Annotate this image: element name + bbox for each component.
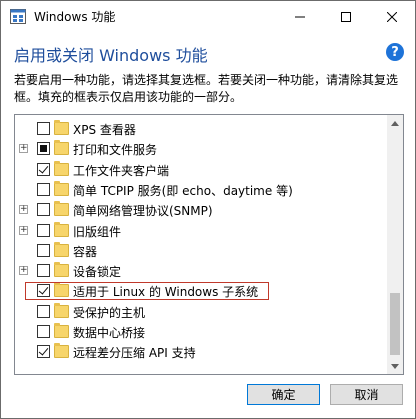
feature-checkbox[interactable]	[37, 122, 50, 135]
feature-row[interactable]: 数据中心桥接	[15, 322, 386, 342]
expand-icon[interactable]: +	[19, 225, 28, 235]
features-tree[interactable]: XPS 查看器 + 打印和文件服务 工作文件夹客户端简单 TCPIP 服务(即 ech…	[14, 114, 404, 375]
feature-row[interactable]: 远程差分压缩 API 支持	[15, 342, 386, 362]
feature-checkbox[interactable]	[37, 142, 50, 156]
folder-icon	[54, 262, 69, 278]
feature-row[interactable]: 受保护的主机	[15, 302, 386, 322]
chevron-up-icon	[391, 120, 399, 126]
feature-checkbox[interactable]	[37, 325, 50, 338]
feature-label: 旧版组件	[73, 224, 122, 239]
feature-checkbox[interactable]	[37, 304, 50, 318]
feature-row[interactable]: + 简单网络管理协议(SNMP)	[15, 200, 386, 220]
minimize-icon	[295, 16, 305, 17]
folder-icon	[54, 160, 69, 176]
feature-label: XPS 查看器	[73, 123, 136, 137]
cancel-button[interactable]: 取消	[330, 384, 403, 405]
feature-label: 数据中心桥接	[73, 326, 146, 340]
feature-label: 设备锁定	[73, 265, 122, 280]
feature-checkbox[interactable]	[37, 223, 50, 237]
page-heading: 启用或关闭 Windows 功能	[14, 46, 208, 65]
feature-label: 简单网络管理协议(SNMP)	[73, 204, 213, 219]
vertical-scrollbar[interactable]	[387, 115, 403, 374]
maximize-button[interactable]	[323, 1, 369, 32]
folder-icon	[54, 241, 69, 257]
feature-label: 工作文件夹客户端	[73, 163, 170, 178]
feature-label: 远程差分压缩 API 支持	[73, 346, 196, 361]
instructions-text: 若要启用一种功能，请选择其复选框。若要关闭一种功能，请清除其复选框。填充的框表示…	[14, 73, 399, 104]
feature-row[interactable]: XPS 查看器	[15, 119, 386, 139]
feature-checkbox[interactable]	[37, 264, 50, 278]
folder-icon	[54, 282, 69, 298]
feature-checkbox[interactable]	[37, 243, 50, 257]
close-icon	[387, 11, 397, 22]
folder-icon	[54, 140, 69, 156]
folder-icon	[54, 180, 69, 196]
expand-icon[interactable]: +	[19, 205, 28, 215]
close-button[interactable]	[369, 1, 415, 32]
folder-icon	[54, 302, 69, 318]
dialog-window: Windows 功能 启用或关闭 Windows 功能 ? 若要启用一种功能，请…	[0, 0, 416, 419]
feature-checkbox[interactable]	[37, 203, 50, 217]
feature-row[interactable]: + 旧版组件	[15, 221, 386, 241]
expand-icon[interactable]: +	[19, 266, 28, 276]
feature-label: 适用于 Linux 的 Windows 子系统	[73, 285, 259, 300]
folder-icon	[54, 221, 69, 237]
folder-icon	[54, 323, 69, 338]
feature-checkbox[interactable]	[37, 182, 50, 196]
feature-row[interactable]: 容器	[15, 241, 386, 261]
feature-checkbox[interactable]	[37, 284, 50, 298]
folder-icon	[54, 343, 69, 359]
feature-row[interactable]: 工作文件夹客户端	[15, 160, 386, 180]
help-icon[interactable]: ?	[386, 43, 404, 61]
expand-icon[interactable]: +	[19, 144, 28, 154]
feature-label: 受保护的主机	[73, 305, 146, 320]
feature-label: 打印和文件服务	[73, 143, 158, 158]
feature-checkbox[interactable]	[37, 162, 50, 176]
feature-row[interactable]: 适用于 Linux 的 Windows 子系统	[15, 281, 386, 301]
window-title: Windows 功能	[34, 10, 116, 24]
maximize-icon	[341, 11, 351, 22]
minimize-button[interactable]	[277, 1, 323, 32]
feature-label: 简单 TCPIP 服务(即 echo、daytime 等)	[73, 183, 293, 198]
windows-features-icon	[10, 9, 26, 24]
scroll-up-button[interactable]	[387, 115, 403, 131]
ok-button[interactable]: 确定	[247, 384, 320, 405]
scroll-thumb[interactable]	[390, 293, 400, 355]
title-bar[interactable]: Windows 功能	[1, 1, 415, 32]
feature-row[interactable]: + 设备锁定	[15, 261, 386, 281]
scroll-down-button[interactable]	[387, 358, 403, 374]
feature-row[interactable]: 简单 TCPIP 服务(即 echo、daytime 等)	[15, 180, 386, 200]
feature-checkbox[interactable]	[37, 345, 50, 359]
feature-label: 容器	[73, 244, 98, 259]
feature-row[interactable]: + 打印和文件服务	[15, 139, 386, 159]
folder-icon	[54, 120, 69, 135]
chevron-down-icon	[391, 363, 399, 369]
folder-icon	[54, 201, 69, 217]
